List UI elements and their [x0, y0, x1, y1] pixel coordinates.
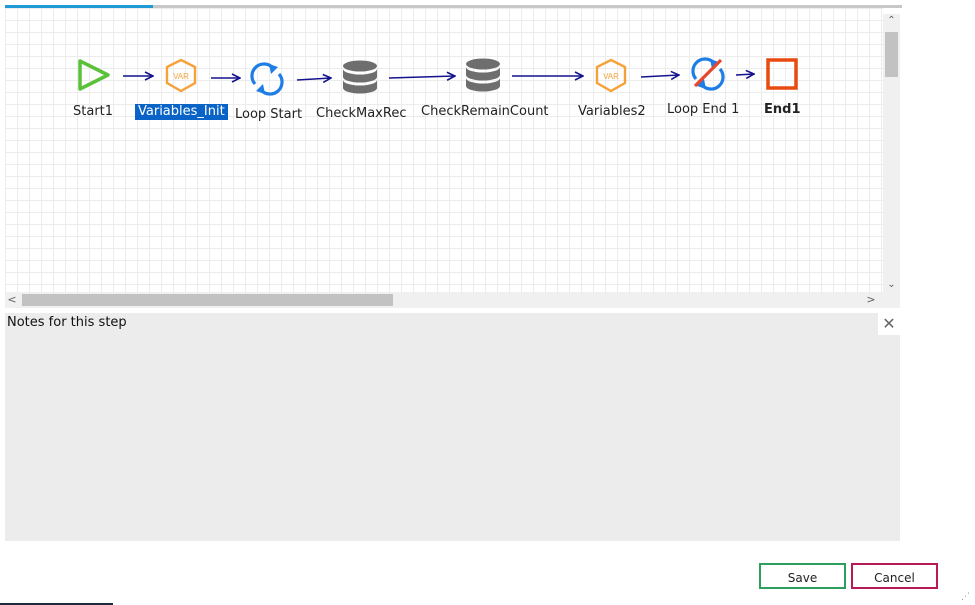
scroll-left-button[interactable]: < [5, 292, 19, 308]
flow-canvas[interactable]: VAR VAR Start1 Variables_Init Loop Start… [5, 8, 883, 292]
node-label-loop-start[interactable]: Loop Start [235, 107, 302, 123]
scroll-up-button[interactable]: ⌃ [883, 14, 900, 28]
node-label-variables-init[interactable]: Variables_Init [135, 104, 228, 120]
node-label-loop-end-1[interactable]: Loop End 1 [667, 102, 739, 118]
resize-grip-icon[interactable]: ⋰ [961, 592, 971, 602]
database-icon[interactable] [343, 60, 377, 94]
loop-refresh-icon[interactable] [250, 62, 284, 96]
scroll-right-button[interactable]: > [864, 292, 878, 308]
flow-connectors [123, 74, 754, 80]
notes-panel[interactable]: Notes for this step ✕ [5, 313, 900, 541]
notes-label: Notes for this step [7, 315, 127, 330]
scroll-down-button[interactable]: ⌄ [883, 278, 900, 292]
stop-square-icon[interactable] [766, 58, 798, 90]
node-label-variables2[interactable]: Variables2 [578, 104, 646, 120]
play-icon[interactable] [78, 59, 110, 91]
var-hexagon-icon[interactable]: VAR [165, 58, 197, 93]
node-label-checkremaincount[interactable]: CheckRemainCount [421, 104, 549, 120]
horizontal-scroll-thumb[interactable] [22, 294, 393, 306]
horizontal-scrollbar[interactable]: < > [5, 292, 900, 308]
connector [388, 76, 455, 78]
loop-end-icon[interactable] [691, 57, 725, 91]
cancel-button[interactable]: Cancel [851, 563, 938, 589]
var-badge: VAR [173, 72, 189, 81]
vertical-scroll-thumb[interactable] [885, 32, 898, 77]
node-label-end1[interactable]: End1 [764, 102, 801, 118]
vertical-scrollbar[interactable]: ⌃ ⌄ [883, 14, 900, 292]
connector [640, 75, 679, 77]
var-hexagon-icon[interactable]: VAR [595, 58, 627, 93]
database-icon[interactable] [466, 58, 500, 92]
connector [735, 74, 754, 75]
node-label-start1[interactable]: Start1 [73, 104, 113, 120]
flow-diagram: VAR VAR [78, 57, 798, 96]
connector [296, 78, 331, 80]
close-icon[interactable]: ✕ [878, 313, 900, 335]
node-label-checkmaxrec[interactable]: CheckMaxRec [316, 106, 406, 122]
var-badge: VAR [603, 72, 619, 81]
save-button[interactable]: Save [759, 563, 846, 589]
